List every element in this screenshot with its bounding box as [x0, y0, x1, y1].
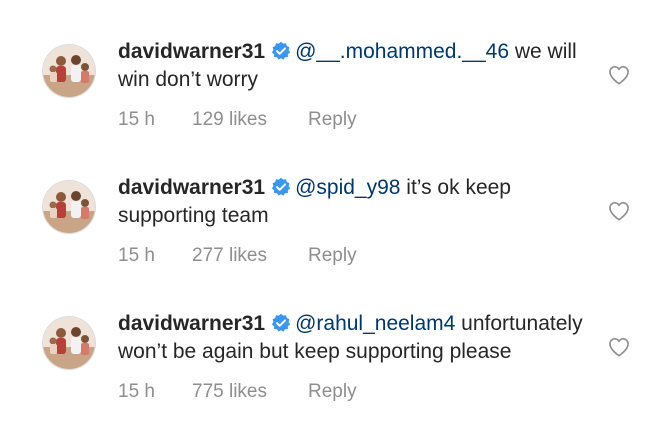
verified-badge-icon [271, 177, 291, 197]
reply-button[interactable]: Reply [308, 380, 357, 404]
likes-count[interactable]: 277 likes [192, 244, 308, 268]
username-link[interactable]: davidwarner31 [118, 312, 265, 335]
comment-meta: 15 h 129 likes Reply [118, 108, 596, 132]
comment-text: davidwarner31 @rahul_neelam4 unfortunatel… [118, 310, 596, 366]
mention-link[interactable]: @rahul_neelam4 [295, 312, 455, 335]
reply-button[interactable]: Reply [308, 108, 357, 132]
avatar[interactable] [42, 180, 96, 234]
comment-text: davidwarner31 @__.mohammed.__46 we will w… [118, 38, 596, 94]
comment-body: davidwarner31 @rahul_neelam4 unfortunatel… [118, 310, 596, 404]
heart-outline-icon[interactable] [608, 201, 630, 221]
reply-button[interactable]: Reply [308, 244, 357, 268]
timestamp[interactable]: 15 h [118, 244, 192, 268]
likes-count[interactable]: 775 likes [192, 380, 308, 404]
timestamp[interactable]: 15 h [118, 380, 192, 404]
comment-item: davidwarner31 @rahul_neelam4 unfortunatel… [0, 304, 650, 414]
verified-badge-icon [271, 41, 291, 61]
avatar[interactable] [42, 44, 96, 98]
timestamp[interactable]: 15 h [118, 108, 192, 132]
comment-meta: 15 h 775 likes Reply [118, 380, 596, 404]
comment-meta: 15 h 277 likes Reply [118, 244, 596, 268]
verified-badge-icon [271, 313, 291, 333]
avatar[interactable] [42, 316, 96, 370]
avatar-photo [43, 45, 95, 97]
comment-body: davidwarner31 @spid_y98 it’s ok keep supp… [118, 174, 596, 268]
username-link[interactable]: davidwarner31 [118, 176, 265, 199]
comment-item: davidwarner31 @spid_y98 it’s ok keep supp… [0, 168, 650, 278]
username-link[interactable]: davidwarner31 [118, 40, 265, 63]
heart-outline-icon[interactable] [608, 65, 630, 85]
avatar-photo [43, 181, 95, 233]
mention-link[interactable]: @spid_y98 [295, 176, 400, 199]
likes-count[interactable]: 129 likes [192, 108, 308, 132]
heart-outline-icon[interactable] [608, 337, 630, 357]
comment-item: davidwarner31 @__.mohammed.__46 we will w… [0, 32, 650, 142]
mention-link[interactable]: @__.mohammed.__46 [295, 40, 509, 63]
comment-body: davidwarner31 @__.mohammed.__46 we will w… [118, 38, 596, 132]
avatar-photo [43, 317, 95, 369]
comment-list: davidwarner31 @__.mohammed.__46 we will w… [0, 0, 650, 440]
comment-text: davidwarner31 @spid_y98 it’s ok keep supp… [118, 174, 596, 230]
